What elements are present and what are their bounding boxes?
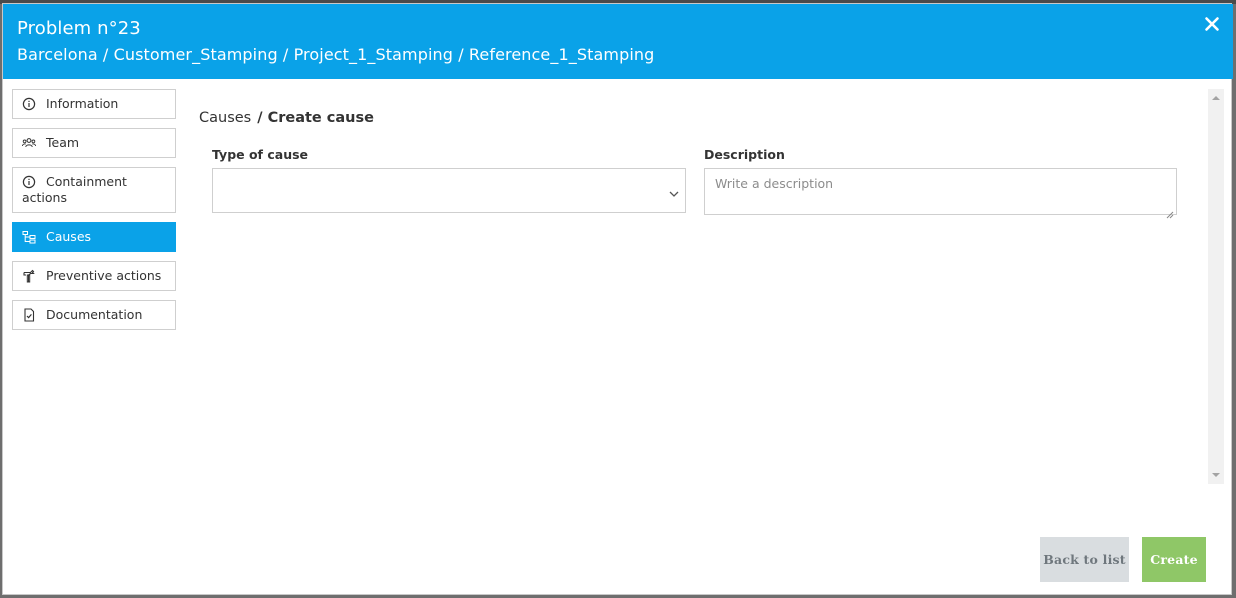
sidebar-item-documentation[interactable]: Documentation [12,300,176,330]
sidebar-item-information[interactable]: Information [12,89,176,119]
scroll-down-icon[interactable] [1212,472,1220,478]
type-of-cause-select[interactable] [212,168,686,213]
team-icon [22,136,36,150]
modal-header: Problem n°23 Barcelona / Customer_Stampi… [3,4,1233,79]
create-button[interactable]: Create [1142,537,1206,582]
sidebar-item-causes[interactable]: Causes [12,222,176,252]
sidebar-item-label: Team [46,135,80,150]
sidebar-item-preventive-actions[interactable]: Preventive actions [12,261,176,291]
problem-modal: Problem n°23 Barcelona / Customer_Stampi… [2,3,1233,595]
sidebar-nav: Information Team Containment actions Cau… [12,89,176,339]
description-label: Description [704,147,785,162]
sidebar-item-label: Causes [46,229,92,244]
info-icon [22,175,36,189]
sidebar-item-team[interactable]: Team [12,128,176,158]
close-button[interactable] [1203,15,1221,33]
sidebar-item-label: Preventive actions [46,268,162,283]
close-icon [1205,17,1219,31]
document-check-icon [22,308,36,322]
scroll-up-icon[interactable] [1212,95,1220,101]
content-scrollbar[interactable] [1208,89,1224,484]
type-of-cause-label: Type of cause [212,147,309,162]
breadcrumb: Causes / Create cause [199,110,374,126]
breadcrumb-current: / Create cause [257,110,374,126]
back-to-list-button[interactable]: Back to list [1040,537,1129,582]
sidebar-item-label: Documentation [46,307,143,322]
modal-title: Problem n°23 [17,18,141,39]
description-placeholder: Write a description [715,176,834,191]
modal-breadcrumb-path: Barcelona / Customer_Stamping / Project_… [17,45,655,64]
sidebar-item-label: Containment actions [22,174,127,205]
hammer-icon [22,269,36,283]
info-icon [22,97,36,111]
sidebar-item-label: Information [46,96,119,111]
description-textarea[interactable]: Write a description [704,168,1177,219]
resize-handle-icon[interactable] [1166,204,1174,219]
sidebar-item-containment-actions[interactable]: Containment actions [12,167,176,213]
main-content: Causes / Create cause Type of cause Descr… [199,89,1204,484]
chevron-down-icon [668,185,680,197]
hierarchy-icon [22,230,36,244]
breadcrumb-parent[interactable]: Causes [199,110,251,126]
